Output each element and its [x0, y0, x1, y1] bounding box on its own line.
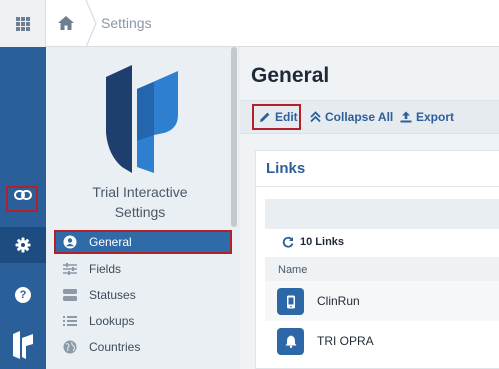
user-circle-icon — [62, 234, 78, 250]
links-count-label: 10 Links — [300, 236, 345, 248]
list-icon — [62, 313, 78, 329]
sidebar-item-countries[interactable]: Countries — [54, 335, 232, 359]
card-divider — [256, 186, 499, 187]
export-icon — [400, 111, 412, 123]
trial-interactive-logo-icon — [13, 331, 33, 359]
gear-icon — [15, 237, 31, 253]
refresh-icon — [282, 236, 294, 248]
sidebar-item-statuses[interactable]: Statuses — [54, 283, 232, 307]
globe-icon — [62, 339, 78, 355]
table-row[interactable]: ClinRun — [265, 281, 499, 321]
collapse-all-button-label: Collapse All — [325, 110, 394, 124]
sidebar-item-label: Fields — [89, 262, 122, 276]
sidebar-item-fields[interactable]: Fields — [54, 257, 232, 281]
double-chevron-up-icon — [310, 111, 321, 123]
mobile-icon — [277, 288, 304, 315]
table-row[interactable]: TRI OPRA — [265, 321, 499, 361]
home-button[interactable] — [50, 9, 82, 37]
sidebar-item-general[interactable]: General — [54, 230, 232, 254]
sidebar-item-lookups[interactable]: Lookups — [54, 309, 232, 333]
app-launcher-button[interactable] — [0, 0, 46, 47]
column-header-name[interactable]: Name — [278, 264, 307, 276]
page-title: General — [251, 64, 330, 87]
breadcrumb-separator — [85, 0, 97, 47]
links-count[interactable]: 10 Links — [282, 236, 344, 248]
trial-interactive-logo-large-icon — [106, 65, 178, 173]
rail-settings-button[interactable] — [0, 227, 46, 263]
sidebar-title: Trial Interactive Settings — [60, 182, 220, 222]
export-button[interactable]: Export — [400, 104, 454, 130]
rail-help-button[interactable]: ? — [0, 277, 46, 313]
export-button-label: Export — [416, 110, 455, 124]
sidebar-scrollbar[interactable] — [231, 47, 237, 227]
settings-highlight-box — [6, 186, 38, 212]
sidebar-item-label: Countries — [89, 340, 141, 354]
sidebar-title-line1: Trial Interactive — [92, 184, 188, 200]
collapse-all-button[interactable]: Collapse All — [310, 104, 393, 130]
apps-grid-icon — [15, 16, 30, 31]
sidebar-title-line2: Settings — [114, 204, 166, 220]
links-card-title: Links — [266, 160, 306, 177]
sidebar-item-label: Lookups — [89, 314, 135, 328]
bell-icon — [277, 328, 304, 355]
grid-header-bar — [265, 199, 499, 229]
row-label: ClinRun — [317, 294, 360, 308]
home-icon — [58, 16, 74, 30]
row-label: TRI OPRA — [317, 334, 374, 348]
sliders-icon — [62, 261, 78, 277]
sidebar-item-label: General — [89, 235, 132, 249]
rail-logo — [0, 325, 46, 365]
pencil-icon — [260, 112, 270, 122]
breadcrumb-current: Settings — [101, 15, 152, 31]
edit-button[interactable]: Edit — [252, 104, 301, 130]
edit-button-label: Edit — [275, 110, 298, 124]
toggle-icon — [62, 287, 78, 303]
sidebar-item-label: Statuses — [89, 288, 136, 302]
help-icon: ? — [15, 287, 31, 303]
